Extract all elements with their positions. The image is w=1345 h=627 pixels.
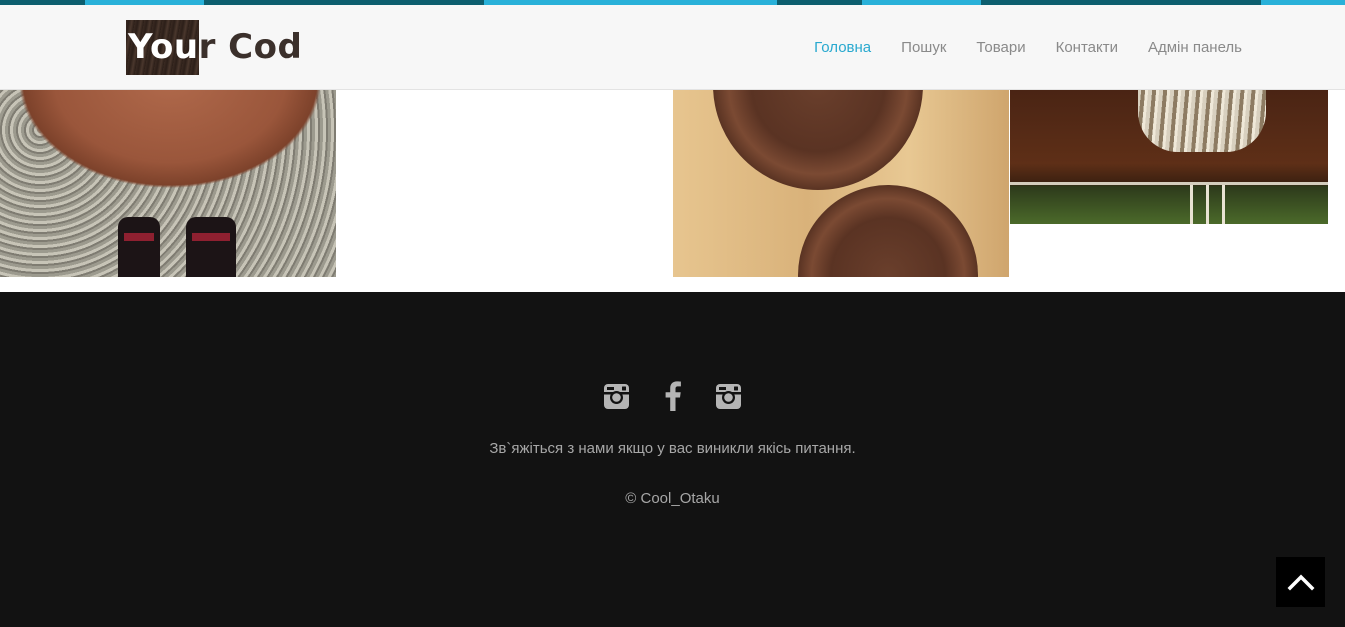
footer-copyright: © Cool_Otaku <box>625 490 720 507</box>
chevron-up-icon <box>1287 574 1314 591</box>
nav-item-contacts[interactable]: Контакти <box>1056 39 1118 56</box>
gallery-photo-wood-log[interactable] <box>1010 90 1328 224</box>
footer-contact-text: Зв`яжіться з нами якщо у вас виникли які… <box>489 440 856 457</box>
site-header: Your Cod Головна Пошук Товари Контакти А… <box>0 5 1345 90</box>
back-to-top-button[interactable] <box>1276 557 1325 607</box>
facebook-icon[interactable] <box>658 380 688 412</box>
instagram-icon[interactable] <box>714 380 744 412</box>
gallery-photo-carved-plate[interactable] <box>0 90 336 277</box>
nav-item-search[interactable]: Пошук <box>901 39 946 56</box>
main-nav: Головна Пошук Товари Контакти Адмін пане… <box>814 5 1242 90</box>
nav-item-products[interactable]: Товари <box>976 39 1025 56</box>
site-footer: Зв`яжіться з нами якщо у вас виникли які… <box>0 292 1345 627</box>
photo-gallery <box>0 90 1345 277</box>
social-links <box>0 380 1345 412</box>
logo-text: Your Cod <box>128 27 303 67</box>
nav-item-admin-panel[interactable]: Адмін панель <box>1148 39 1242 56</box>
site-logo[interactable]: Your Cod <box>126 20 302 75</box>
nav-item-home[interactable]: Головна <box>814 39 871 56</box>
instagram-icon[interactable] <box>602 380 632 412</box>
gallery-photo-carved-boxes[interactable] <box>673 90 1009 277</box>
